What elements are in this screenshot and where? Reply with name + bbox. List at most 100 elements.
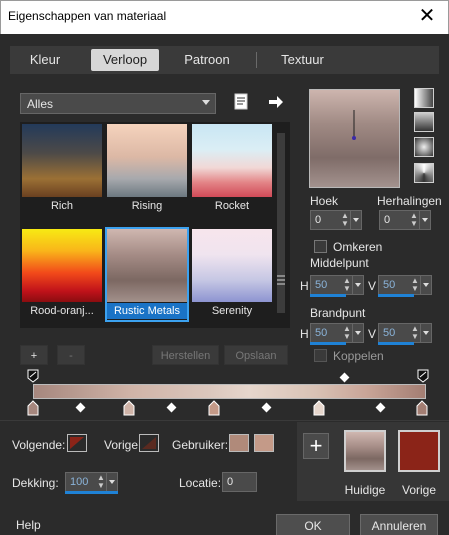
spin-arrows-icon[interactable]: ▲ ▼: [410, 277, 420, 293]
following-color-swatch[interactable]: [67, 434, 87, 452]
angle-value: 0: [315, 214, 322, 226]
spin-arrows-icon[interactable]: ▲ ▼: [410, 325, 420, 341]
invert-checkbox[interactable]: [314, 240, 327, 253]
center-h-level: [310, 294, 346, 297]
spin-arrows-icon[interactable]: ▲ ▼: [342, 277, 352, 293]
remove-gradient-button[interactable]: -: [57, 345, 85, 365]
tab-separator: [256, 52, 257, 68]
radial-style-icon[interactable]: [414, 137, 434, 157]
chevron-down-icon[interactable]: [419, 211, 430, 229]
opacity-stop-icon[interactable]: [417, 369, 429, 383]
color-stop-icon[interactable]: [27, 400, 39, 416]
tab-patroon[interactable]: Patroon: [171, 49, 243, 71]
gradient-thumb[interactable]: Rood-oranj...: [22, 229, 102, 320]
gradient-label: Rising: [131, 200, 163, 212]
gradient-preview: [192, 124, 272, 197]
focus-v-label: V: [368, 327, 377, 341]
center-h-input[interactable]: 50 ▲ ▼: [310, 275, 364, 295]
tab-kleur[interactable]: Kleur: [15, 49, 75, 71]
category-dropdown-value: Alles: [27, 97, 54, 111]
link-checkbox[interactable]: [314, 349, 327, 362]
chevron-down-icon[interactable]: [106, 473, 117, 491]
gradient-thumb[interactable]: Rich: [22, 124, 102, 215]
color-stop-icon[interactable]: [416, 400, 428, 416]
repeats-value: 0: [384, 214, 391, 226]
opacity-level: [65, 491, 118, 494]
focus-h-label: H: [300, 327, 309, 341]
repeats-label: Herhalingen: [377, 194, 442, 208]
gradient-preview: [192, 229, 272, 302]
file-icon[interactable]: [233, 93, 249, 114]
user-color-swatch-2[interactable]: [254, 434, 274, 452]
category-dropdown[interactable]: Alles: [20, 93, 216, 114]
cancel-button[interactable]: Annuleren: [360, 514, 438, 535]
ok-button[interactable]: OK: [276, 514, 350, 535]
linear-style-icon[interactable]: [414, 88, 434, 108]
chevron-down-icon[interactable]: [420, 276, 431, 294]
gradient-label: Rustic Metals: [107, 303, 187, 319]
color-stop-icon[interactable]: [123, 400, 135, 416]
reset-button[interactable]: Herstellen: [152, 345, 219, 365]
current-swatch[interactable]: [344, 430, 386, 472]
center-v-input[interactable]: 50 ▲ ▼: [378, 275, 432, 295]
gradient-bar[interactable]: [33, 384, 426, 399]
tab-bar: Kleur Verloop Patroon Textuur: [10, 46, 439, 74]
gradient-preview: [107, 229, 187, 302]
spin-arrows-icon[interactable]: ▲ ▼: [340, 212, 350, 228]
focus-label: Brandpunt: [310, 306, 366, 320]
gradient-thumb[interactable]: Rocket: [192, 124, 272, 215]
previous-label: Vorige: [401, 483, 437, 497]
close-icon[interactable]: ✕: [416, 5, 438, 27]
gradient-thumb[interactable]: Serenity: [192, 229, 272, 320]
gradient-label: Rich: [50, 200, 73, 212]
color-stop-icon[interactable]: [313, 400, 325, 416]
focus-v-input[interactable]: 50 ▲ ▼: [378, 323, 432, 343]
chevron-down-icon[interactable]: [350, 211, 361, 229]
link-label[interactable]: Koppelen: [333, 349, 384, 363]
opacity-stop-icon[interactable]: [27, 369, 39, 383]
gradient-label: Serenity: [211, 305, 253, 317]
angle-input[interactable]: 0 ▲ ▼: [310, 210, 362, 230]
previous-swatch[interactable]: [398, 430, 440, 472]
user-label: Gebruiker:: [172, 438, 229, 452]
save-button[interactable]: Opslaan: [224, 345, 288, 365]
location-value: 0: [227, 476, 234, 488]
rectangular-style-icon[interactable]: [414, 112, 434, 132]
opacity-label: Dekking:: [12, 476, 59, 490]
chevron-down-icon[interactable]: [352, 324, 363, 342]
gradient-label: Rood-oranj...: [30, 305, 94, 317]
tab-textuur[interactable]: Textuur: [265, 49, 340, 71]
repeats-input[interactable]: 0 ▲ ▼: [379, 210, 431, 230]
invert-label[interactable]: Omkeren: [333, 240, 382, 254]
add-icon[interactable]: +: [303, 433, 329, 459]
title-bar: Eigenschappen van materiaal ✕: [0, 0, 449, 34]
color-stop-icon[interactable]: [208, 400, 220, 416]
spin-arrows-icon[interactable]: ▲ ▼: [342, 325, 352, 341]
gradient-thumb[interactable]: Rustic Metals: [105, 227, 189, 322]
grip-icon: [277, 275, 285, 287]
previous-stop-swatch[interactable]: [139, 434, 159, 452]
tab-verloop[interactable]: Verloop: [91, 49, 159, 71]
sunburst-style-icon[interactable]: [414, 163, 434, 183]
location-label: Locatie:: [179, 476, 222, 490]
chevron-down-icon[interactable]: [420, 324, 431, 342]
focus-h-input[interactable]: 50 ▲ ▼: [310, 323, 364, 343]
center-label: Middelpunt: [310, 256, 369, 270]
gradient-thumb[interactable]: Rising: [107, 124, 187, 215]
spin-arrows-icon[interactable]: ▲ ▼: [409, 212, 419, 228]
arrow-right-icon[interactable]: [268, 94, 284, 113]
spin-arrows-icon[interactable]: ▲ ▼: [96, 474, 106, 490]
location-input[interactable]: 0: [222, 472, 257, 492]
gradient-preview: [107, 124, 187, 197]
gradient-preview-large[interactable]: [309, 89, 400, 188]
gradient-preview: [22, 124, 102, 197]
chevron-down-icon: [202, 100, 210, 105]
chevron-down-icon[interactable]: [352, 276, 363, 294]
add-gradient-button[interactable]: +: [20, 345, 48, 365]
help-link[interactable]: Help: [16, 518, 41, 532]
angle-label: Hoek: [310, 194, 339, 208]
center-v-level: [378, 294, 414, 297]
user-color-swatch-1[interactable]: [229, 434, 249, 452]
focus-v-value: 50: [383, 327, 396, 339]
opacity-input[interactable]: 100 ▲ ▼: [65, 472, 118, 492]
